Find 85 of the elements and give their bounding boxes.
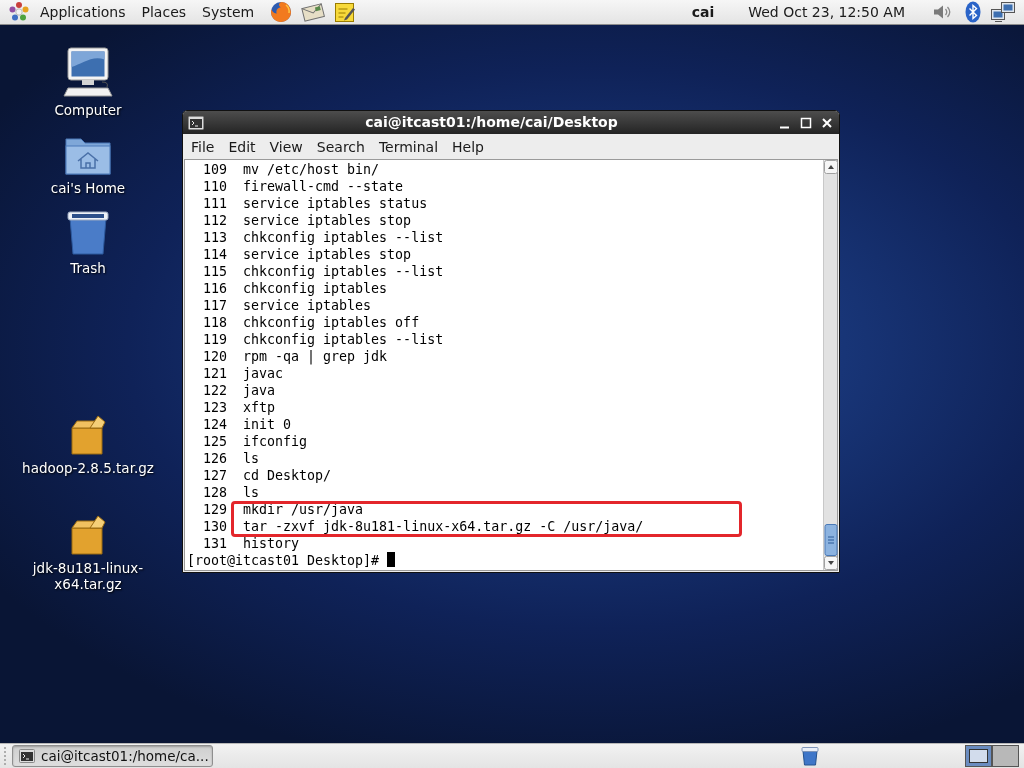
command-text: service iptables <box>243 297 372 314</box>
desktop-icon-label[interactable]: Trash <box>70 260 106 276</box>
panel-menu[interactable]: Applications <box>32 2 134 22</box>
history-number: 116 <box>202 280 227 297</box>
panel-menu[interactable]: Places <box>133 2 195 22</box>
command-text: chkconfig iptables --list <box>243 229 444 246</box>
history-number: 118 <box>202 314 227 331</box>
command-text: init 0 <box>243 416 292 433</box>
maximize-icon[interactable] <box>800 116 812 129</box>
command-text: service iptables stop <box>243 246 412 263</box>
command-text: service iptables stop <box>243 212 412 229</box>
trash-icon[interactable] <box>801 746 819 766</box>
bluetooth-icon[interactable] <box>965 1 981 23</box>
command-text: cd Desktop/ <box>243 467 332 484</box>
desktop-icon-label[interactable]: hadoop-2.8.5.tar.gz <box>22 460 154 476</box>
command-text: chkconfig iptables --list <box>243 263 444 280</box>
notepad-icon[interactable] <box>334 1 357 23</box>
history-number: 112 <box>202 212 227 229</box>
browser-icon[interactable] <box>270 1 293 23</box>
package-icon[interactable] <box>69 514 107 556</box>
command-text: rpm -qa | grep jdk <box>243 348 388 365</box>
command-text: firewall-cmd --state <box>243 178 404 195</box>
command-text: ls <box>243 484 260 501</box>
terminal-icon <box>19 749 35 763</box>
history-number: 117 <box>202 297 227 314</box>
command-text: mv /etc/host bin/ <box>243 161 380 178</box>
command-text: javac <box>243 365 284 382</box>
history-number: 109 <box>202 161 227 178</box>
menu-item[interactable]: View <box>262 136 310 157</box>
workspace-switcher[interactable] <box>965 745 1019 767</box>
history-number: 110 <box>202 178 227 195</box>
desktop-icon-label[interactable]: cai's Home <box>50 180 126 196</box>
command-text: ifconfig <box>243 433 308 450</box>
panel-menu[interactable]: System <box>194 2 263 22</box>
network-icon[interactable] <box>990 1 1016 23</box>
desktop-icon-label[interactable]: jdk-8u181-linux-x64.tar.gz <box>18 560 158 592</box>
menu-item[interactable]: Terminal <box>371 136 446 157</box>
history-number: 114 <box>202 246 227 263</box>
window-title: cai@itcast01:/home/cai/Desktop <box>365 114 618 130</box>
command-text: chkconfig iptables --list <box>243 331 444 348</box>
history-number: 129 <box>202 501 227 518</box>
flower-logo-icon[interactable] <box>8 1 30 23</box>
terminal-icon[interactable] <box>188 115 204 130</box>
menu-item[interactable]: File <box>184 136 222 157</box>
history-number: 131 <box>202 535 227 552</box>
command-text: service iptables status <box>243 195 428 212</box>
monitor-icon[interactable] <box>62 46 114 98</box>
command-text: chkconfig iptables <box>243 280 388 297</box>
clock[interactable]: Wed Oct 23, 12:50 AM <box>748 1 905 23</box>
history-number: 125 <box>202 433 227 450</box>
close-icon[interactable] <box>821 116 833 129</box>
history-number: 124 <box>202 416 227 433</box>
taskbar-button[interactable]: cai@itcast01:/home/ca... <box>12 745 213 767</box>
user-name[interactable]: cai <box>691 1 715 23</box>
package-icon[interactable] <box>69 414 107 456</box>
command-text: tar -zxvf jdk-8u181-linux-x64.tar.gz -C /usr/java/ <box>243 518 644 535</box>
history-number: 130 <box>202 518 227 535</box>
desktop-icon-label[interactable]: Computer <box>54 102 122 118</box>
trash-icon[interactable] <box>66 210 110 256</box>
command-text: ls <box>243 450 260 467</box>
grip-icon[interactable] <box>3 746 7 766</box>
command-text: chkconfig iptables off <box>243 314 420 331</box>
history-number: 127 <box>202 467 227 484</box>
menu-item[interactable]: Edit <box>221 136 263 157</box>
command-text: mkdir /usr/java <box>243 501 364 518</box>
menu-item[interactable]: Help <box>445 136 491 157</box>
shell-prompt: [root@itcast01 Desktop]# <box>187 552 380 569</box>
history-number: 123 <box>202 399 227 416</box>
command-text: xftp <box>243 399 276 416</box>
history-number: 122 <box>202 382 227 399</box>
speaker-icon[interactable] <box>933 3 951 21</box>
history-number: 120 <box>202 348 227 365</box>
envelope-icon[interactable] <box>301 1 326 23</box>
history-number: 119 <box>202 331 227 348</box>
history-number: 126 <box>202 450 227 467</box>
command-text: java <box>243 382 276 399</box>
cursor-icon <box>387 552 396 567</box>
menu-item[interactable]: Search <box>309 136 372 157</box>
history-number: 115 <box>202 263 227 280</box>
scrollbar-thumb[interactable] <box>824 524 838 556</box>
history-number: 113 <box>202 229 227 246</box>
history-number: 121 <box>202 365 227 382</box>
command-text: history <box>243 535 300 552</box>
history-number: 111 <box>202 195 227 212</box>
history-number: 128 <box>202 484 227 501</box>
